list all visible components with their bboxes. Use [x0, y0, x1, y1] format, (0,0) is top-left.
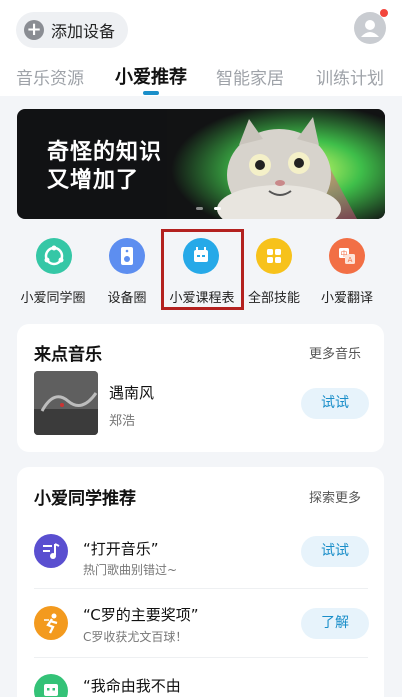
song-artist: 郑浩: [109, 414, 136, 429]
promo-banner[interactable]: 奇怪的知识 又增加了: [17, 109, 385, 219]
device-circle-button[interactable]: [109, 238, 145, 274]
svg-text:A: A: [348, 256, 353, 264]
explore-more-link[interactable]: 探索更多: [309, 487, 361, 506]
highlight-box: [161, 229, 244, 310]
recommend-item-subtitle: C罗收获尤文百球！: [83, 630, 188, 644]
banner-indicator-dot-active: [214, 207, 221, 210]
recommend-item-icon: [34, 674, 68, 697]
all-skills-button[interactable]: [256, 238, 292, 274]
banner-indicator-dot: [196, 207, 203, 210]
recommend-item-subtitle: 热门歌曲别错过~: [83, 563, 178, 577]
runner-icon: [44, 613, 58, 634]
plus-icon: +: [24, 20, 44, 40]
avatar[interactable]: [354, 12, 386, 44]
recommend-item-title: “我命由我不由: [83, 677, 181, 695]
xiaoai-circle-button[interactable]: [36, 238, 72, 274]
album-art-image: [34, 371, 98, 435]
recommend-try-button[interactable]: 试试: [301, 536, 369, 567]
song-title: 遇南风: [109, 384, 155, 402]
banner-line-2: 又增加了: [47, 168, 140, 193]
translate-label: 小爱翻译: [320, 291, 373, 306]
translate-button[interactable]: 中 A: [329, 238, 365, 274]
tab-training-plan[interactable]: 训练计划: [316, 64, 384, 89]
notification-dot: [380, 9, 388, 17]
tab-smart-home[interactable]: 智能家居: [216, 64, 284, 89]
active-tab-indicator: [143, 91, 159, 95]
grid-icon: [267, 249, 281, 263]
recommend-card-title: 小爱同学推荐: [34, 489, 136, 509]
banner-line-1: 奇怪的知识: [47, 140, 163, 165]
divider: [34, 588, 368, 589]
svg-text:中: 中: [341, 249, 348, 258]
recommend-item-title: “打开音乐”: [83, 540, 159, 558]
music-card-title: 来点音乐: [34, 345, 102, 365]
robot-icon: [44, 684, 58, 696]
try-music-button[interactable]: 试试: [301, 388, 369, 419]
speaker-icon: [121, 247, 133, 265]
recommend-item-title: “C罗的主要奖项”: [83, 606, 199, 624]
more-music-link[interactable]: 更多音乐: [309, 343, 361, 362]
xiaoai-circle-label: 小爱同学圈: [20, 291, 86, 306]
tab-music-resources[interactable]: 音乐资源: [16, 64, 84, 89]
translate-icon: 中 A: [339, 248, 355, 264]
divider: [34, 657, 368, 658]
album-cover[interactable]: [34, 371, 98, 435]
banner-headline: 奇怪的知识 又增加了: [47, 139, 197, 195]
tab-xiaoai-recommend[interactable]: 小爱推荐: [115, 63, 187, 89]
loop-icon: [44, 245, 64, 266]
recommend-learn-button[interactable]: 了解: [301, 608, 369, 639]
add-device-button[interactable]: + 添加设备: [16, 12, 128, 48]
user-icon: [361, 20, 379, 37]
all-skills-label: 全部技能: [247, 291, 300, 306]
recommend-item-icon: [34, 534, 68, 568]
music-note-icon: [43, 543, 60, 559]
add-device-label: 添加设备: [51, 22, 116, 41]
device-circle-label: 设备圈: [107, 291, 147, 306]
recommend-item-icon: [34, 606, 68, 640]
